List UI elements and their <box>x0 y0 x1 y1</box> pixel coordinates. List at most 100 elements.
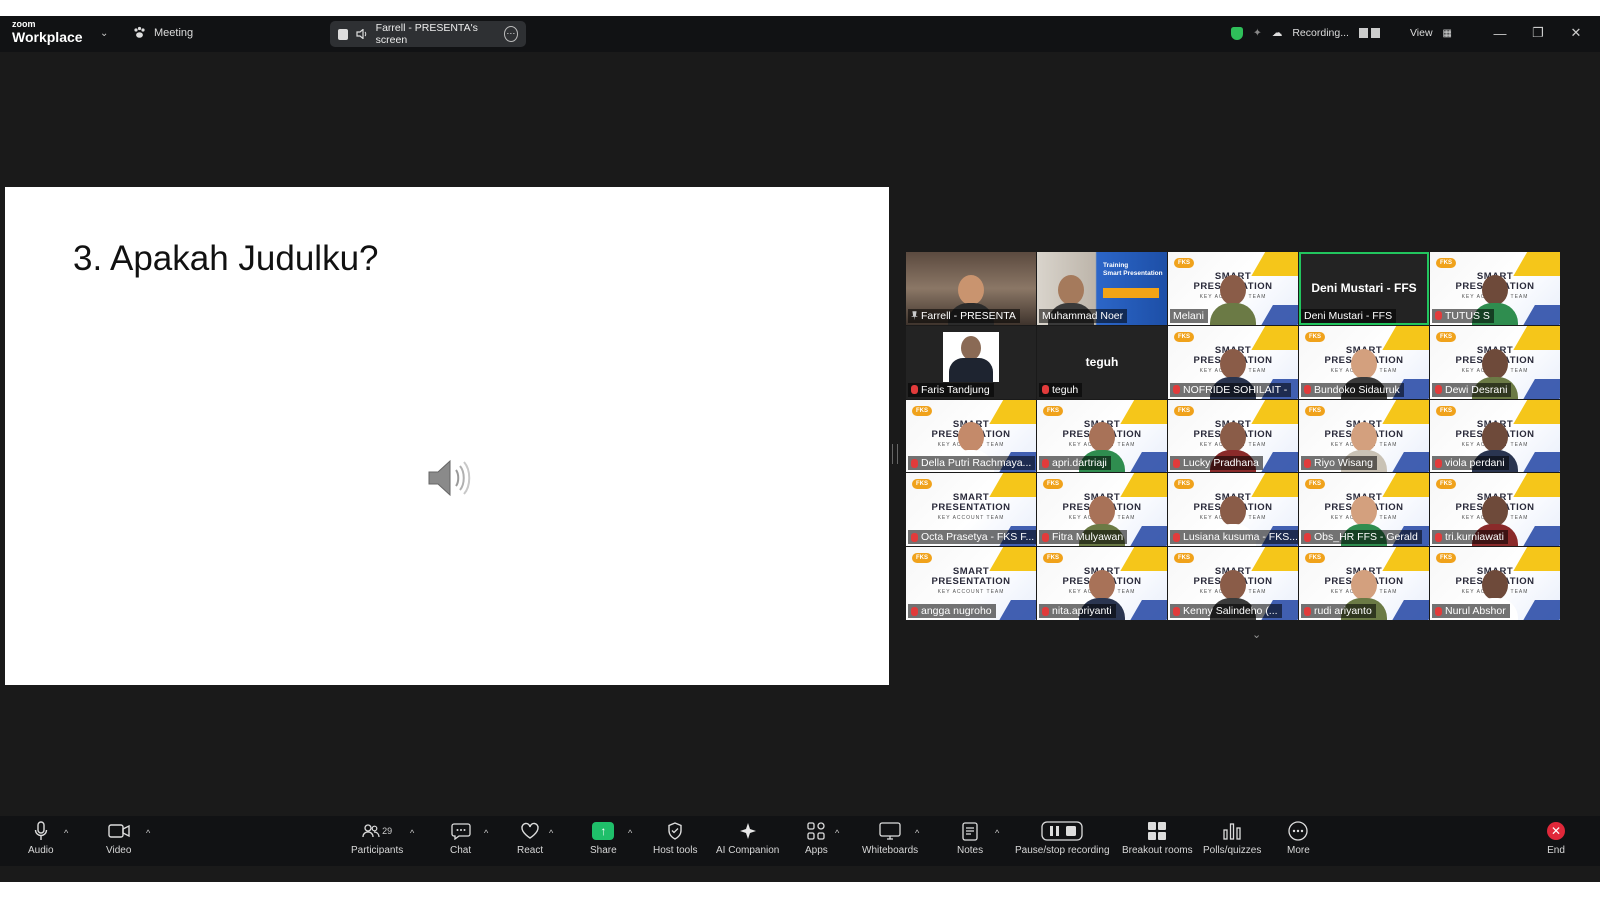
more-options-icon[interactable]: ··· <box>503 26 518 42</box>
participant-tile[interactable]: FKSSMARTPRESENTATIONKEY ACCOUNT TEAMBund… <box>1299 325 1429 399</box>
more-button[interactable]: More <box>1287 820 1310 856</box>
participant-tile[interactable]: Farrell - PRESENTA <box>906 252 1036 325</box>
participant-tile[interactable]: FKSSMARTPRESENTATIONKEY ACCOUNT TEAMFitr… <box>1037 473 1167 547</box>
whiteboard-icon <box>879 820 901 842</box>
participant-tile[interactable]: FKSSMARTPRESENTATIONKEY ACCOUNT TEAMNuru… <box>1430 547 1560 620</box>
pause-stop-recording-button[interactable]: Pause/stop recording <box>1015 820 1110 856</box>
gallery-scroll-down-icon[interactable]: ⌄ <box>1252 628 1264 641</box>
share-button[interactable]: ↑ Share <box>590 820 617 856</box>
participant-tile[interactable]: Deni Mustari - FFS Deni Mustari - FFS <box>1299 252 1429 325</box>
apps-icon <box>807 820 826 842</box>
shield-icon <box>667 820 683 842</box>
panel-splitter-handle[interactable] <box>892 444 898 464</box>
video-label: Video <box>106 845 132 856</box>
chevron-down-icon[interactable]: ⌄ <box>100 28 108 39</box>
fks-logo: FKS <box>1436 258 1456 268</box>
participant-tile[interactable]: FKSSMARTPRESENTATIONKEY ACCOUNT TEAMDell… <box>906 399 1036 473</box>
whiteboards-button[interactable]: Whiteboards <box>862 820 918 856</box>
shared-screen[interactable]: 3. Apakah Judulku? <box>5 187 889 685</box>
close-icon[interactable]: ✕ <box>1562 25 1590 41</box>
react-button[interactable]: React <box>517 820 543 856</box>
react-options-caret[interactable]: ^ <box>549 828 553 838</box>
fks-logo: FKS <box>1305 479 1325 490</box>
video-button[interactable]: Video <box>106 820 131 856</box>
muted-mic-icon <box>1173 606 1180 616</box>
participant-name-label: apri.dartriaji <box>1039 456 1111 471</box>
participant-tile[interactable]: FKSSMARTPRESENTATIONKEY ACCOUNT TEAMTUTU… <box>1430 252 1560 325</box>
participant-tile[interactable]: teguh teguh <box>1037 325 1167 399</box>
participant-tile[interactable]: FKSSMARTPRESENTATIONKEY ACCOUNT TEAMnita… <box>1037 547 1167 620</box>
paw-icon <box>133 26 146 39</box>
participant-tile[interactable]: FKSSMARTPRESENTATIONKEY ACCOUNT TEAMapri… <box>1037 399 1167 473</box>
speaker-icon[interactable] <box>425 457 473 499</box>
pin-icon <box>911 311 918 321</box>
end-meeting-button[interactable]: ✕ End <box>1547 820 1565 856</box>
bg-sub: KEY ACCOUNT TEAM <box>937 515 1005 522</box>
participant-tile[interactable]: Training Smart Presentation Muhammad Noer <box>1037 252 1167 325</box>
chat-options-caret[interactable]: ^ <box>484 828 488 838</box>
audio-options-caret[interactable]: ^ <box>64 828 68 838</box>
participants-options-caret[interactable]: ^ <box>410 828 414 838</box>
fks-logo: FKS <box>1174 405 1194 416</box>
meeting-menu-button[interactable]: Meeting <box>133 26 193 39</box>
muted-mic-icon <box>1435 532 1442 542</box>
notes-button[interactable]: Notes <box>957 820 983 856</box>
participant-tile[interactable]: FKSSMARTPRESENTATIONKEY ACCOUNT TEAMrudi… <box>1299 547 1429 620</box>
apps-options-caret[interactable]: ^ <box>835 828 839 838</box>
participant-tile[interactable]: FKSSMARTPRESENTATIONKEY ACCOUNT TEAMNOFR… <box>1168 325 1298 399</box>
participant-tile[interactable]: FKSSMARTPRESENTATIONKEY ACCOUNT TEAMtri.… <box>1430 473 1560 547</box>
notes-label: Notes <box>957 845 984 856</box>
host-tools-button[interactable]: Host tools <box>653 820 697 856</box>
participant-tile[interactable]: FKSSMARTPRESENTATIONKEY ACCOUNT TEAMKenn… <box>1168 547 1298 620</box>
view-grid-icon[interactable]: ▦ <box>1443 28 1452 39</box>
fks-logo: FKS <box>1174 258 1194 268</box>
sparkle-icon[interactable]: ✦ <box>1253 27 1262 39</box>
participant-tile[interactable]: FKS SMART PRESENTATION KEY ACCOUNT TEAM angg… <box>906 547 1036 620</box>
participant-tile[interactable]: FKS SMART PRESENTATION KEY ACCOUNT TEAM Octa… <box>906 473 1036 547</box>
audio-button[interactable]: Audio <box>28 820 54 856</box>
participant-name: nita.apriyanti <box>1052 605 1112 617</box>
participants-label: Participants <box>351 845 404 856</box>
participant-tile[interactable]: FKSSMARTPRESENTATIONKEY ACCOUNT TEAMMela… <box>1168 252 1298 325</box>
ai-companion-button[interactable]: AI Companion <box>716 820 779 856</box>
minimize-icon[interactable]: — <box>1486 26 1514 41</box>
pause-stop-icon <box>1041 820 1083 842</box>
encryption-shield-icon[interactable] <box>1231 26 1244 40</box>
pause-icon[interactable] <box>1358 28 1368 38</box>
participant-tile[interactable]: FKSSMARTPRESENTATIONKEY ACCOUNT TEAMviol… <box>1430 399 1560 473</box>
zoom-logo[interactable]: zoom Workplace <box>12 19 83 45</box>
screen-share-indicator[interactable]: Farrell - PRESENTA's screen ··· <box>330 21 526 47</box>
recording-controls[interactable] <box>1358 28 1380 38</box>
training-banner: Training Smart Presentation <box>1103 262 1163 278</box>
polls-quizzes-button[interactable]: Polls/quizzes <box>1203 820 1261 856</box>
video-options-caret[interactable]: ^ <box>146 828 150 838</box>
muted-mic-icon <box>1435 385 1442 395</box>
participants-button[interactable]: 29 Participants <box>351 820 403 856</box>
participant-name: Bundoko Sidauruk <box>1314 383 1400 396</box>
participant-gallery: Farrell - PRESENTA Training Smart Presenta… <box>906 252 1560 620</box>
breakout-rooms-button[interactable]: Breakout rooms <box>1122 820 1193 856</box>
participant-tile[interactable]: FKSSMARTPRESENTATIONKEY ACCOUNT TEAMLusi… <box>1168 473 1298 547</box>
logo-small-text: zoom <box>12 19 36 29</box>
participant-name-label: Della Putri Rachmaya... <box>908 456 1036 471</box>
restore-icon[interactable]: ❐ <box>1524 25 1552 41</box>
slide-title: 3. Apakah Judulku? <box>73 239 379 278</box>
participant-tile[interactable]: FKSSMARTPRESENTATIONKEY ACCOUNT TEAMRiyo… <box>1299 399 1429 473</box>
training-line2: Smart Presentation <box>1103 270 1163 277</box>
chat-button[interactable]: Chat <box>450 820 471 856</box>
participant-tile[interactable]: FKSSMARTPRESENTATIONKEY ACCOUNT TEAMObs_… <box>1299 473 1429 547</box>
apps-button[interactable]: Apps <box>805 820 828 856</box>
participant-name-label: teguh <box>1039 382 1083 397</box>
participant-name-label: Lucky Pradhana <box>1170 456 1263 471</box>
participant-tile[interactable]: FKSSMARTPRESENTATIONKEY ACCOUNT TEAMLuck… <box>1168 399 1298 473</box>
notes-options-caret[interactable]: ^ <box>995 828 999 838</box>
participant-tile[interactable]: Faris Tandjung <box>906 325 1036 399</box>
view-button[interactable]: View <box>1410 27 1433 39</box>
fks-logo: FKS <box>912 405 932 416</box>
participant-tile[interactable]: FKSSMARTPRESENTATIONKEY ACCOUNT TEAMDewi… <box>1430 325 1560 399</box>
muted-mic-icon <box>911 385 918 395</box>
whiteboards-options-caret[interactable]: ^ <box>915 828 919 838</box>
bg-sub: KEY ACCOUNT TEAM <box>937 589 1005 596</box>
stop-icon[interactable] <box>1370 28 1380 38</box>
share-options-caret[interactable]: ^ <box>628 828 632 838</box>
